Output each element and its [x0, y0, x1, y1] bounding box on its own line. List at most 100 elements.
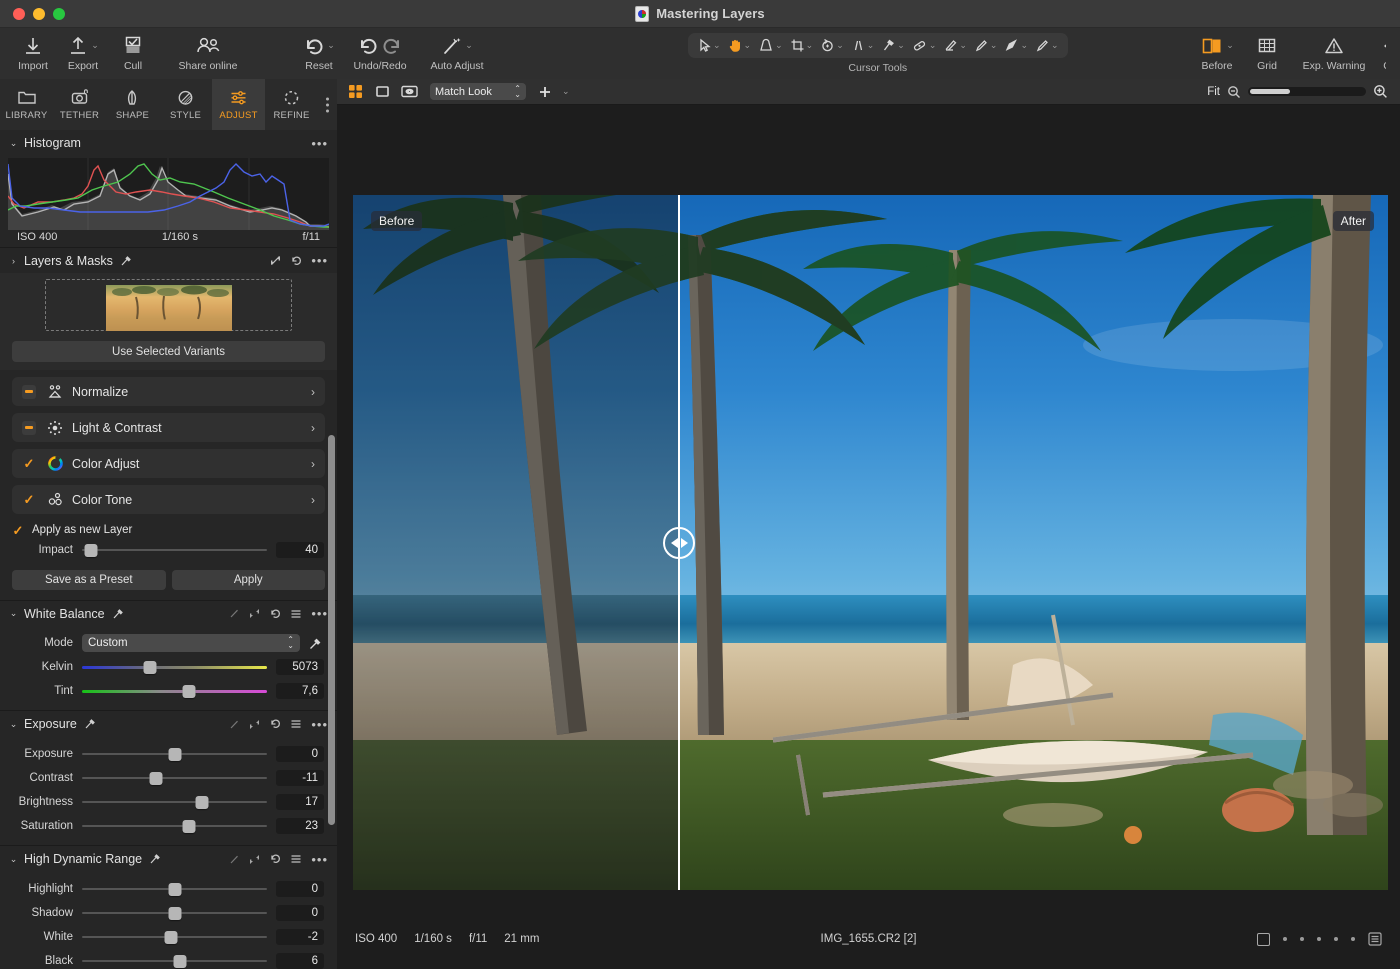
zoom-fit-label[interactable]: Fit — [1207, 86, 1220, 98]
tool-tab-tether[interactable]: TETHER — [53, 79, 106, 130]
cursor-tool-heal[interactable]: ⌄ — [909, 38, 940, 53]
section-header-exposure[interactable]: ⌄ Exposure ••• — [0, 711, 337, 737]
toolbar-button-export[interactable]: ⌄ Export — [58, 28, 108, 72]
rating-dot-3[interactable] — [1317, 937, 1321, 941]
chevron-down-icon[interactable]: ⌄ — [91, 41, 99, 50]
adjustment-row-normalize[interactable]: Normalize › — [12, 377, 325, 406]
white-slider[interactable] — [82, 930, 267, 944]
chevron-down-icon[interactable]: ⌄ — [465, 41, 473, 50]
zoom-button[interactable] — [53, 7, 65, 20]
variant-thumbnail[interactable] — [105, 285, 232, 331]
cursor-tool-crop[interactable]: ⌄ — [787, 38, 817, 53]
section-header-histogram[interactable]: ⌄ Histogram ••• — [0, 130, 337, 156]
cursor-tool-pointer[interactable]: ⌄ — [694, 38, 724, 53]
save-as-preset-button[interactable]: Save as a Preset — [12, 570, 166, 590]
cursor-tool-keystone[interactable]: ⌄ — [848, 38, 878, 53]
panel-options-menu[interactable] — [326, 97, 329, 112]
adjustment-row-color-adjust[interactable]: Color Adjust › — [12, 449, 325, 478]
chevron-down-icon[interactable]: ⌄ — [959, 41, 967, 50]
highlight-value[interactable]: 0 — [276, 881, 324, 897]
black-value[interactable]: 6 — [276, 953, 324, 969]
black-slider[interactable] — [82, 954, 267, 968]
chevron-down-icon[interactable]: ⌄ — [744, 41, 752, 50]
white-balance-reset-icon[interactable] — [269, 608, 281, 620]
color-tag-button[interactable] — [1257, 932, 1270, 946]
zoom-in-icon[interactable] — [1373, 84, 1388, 99]
exposure-options-icon[interactable]: ••• — [311, 717, 328, 732]
layers-expand-icon[interactable] — [270, 255, 281, 266]
highlight-slider[interactable] — [82, 882, 267, 896]
cursor-tool-draw-mask[interactable]: ⌄ — [971, 38, 1001, 53]
toolbar-button-import[interactable]: Import — [8, 28, 58, 72]
impact-value[interactable]: 40 — [276, 542, 324, 558]
zoom-slider[interactable] — [1248, 87, 1366, 96]
tool-tab-refine[interactable]: REFINE — [265, 79, 318, 130]
cursor-tool-linear-gradient[interactable]: ⌄ — [1032, 38, 1062, 53]
layers-options-icon[interactable]: ••• — [311, 253, 328, 268]
exposure-slider[interactable] — [82, 747, 267, 761]
viewer-canvas[interactable]: Before After ISO 400 1/160 s f/11 21 mm … — [337, 105, 1400, 969]
white-slider-knob[interactable] — [164, 930, 178, 944]
chevron-down-icon[interactable]: ⌄ — [9, 719, 18, 730]
light-contrast-checkbox[interactable] — [22, 420, 36, 435]
add-look-button[interactable] — [535, 83, 555, 101]
shadow-slider-knob[interactable] — [168, 906, 181, 920]
layers-reset-icon[interactable] — [290, 255, 302, 267]
cursor-tool-spot-removal[interactable]: ⌄ — [878, 38, 908, 53]
chevron-down-icon[interactable]: ⌄ — [929, 41, 937, 50]
apply-button[interactable]: Apply — [171, 570, 325, 590]
tool-tab-library[interactable]: LIBRARY — [0, 79, 53, 130]
preview-eye-button[interactable] — [399, 83, 419, 101]
zoom-out-icon[interactable] — [1227, 85, 1241, 99]
photo-compare-view[interactable]: Before After — [353, 195, 1388, 890]
panel-scrollbar[interactable] — [328, 435, 335, 825]
chevron-down-icon[interactable]: ⌄ — [1020, 41, 1028, 50]
hdr-reset-icon[interactable] — [269, 853, 281, 865]
shadow-value[interactable]: 0 — [276, 905, 324, 921]
hdr-brush-icon[interactable] — [229, 854, 240, 865]
cursor-tool-gradient-mask[interactable]: ⌄ — [1001, 38, 1031, 53]
white-balance-expand-icon[interactable] — [249, 608, 260, 619]
saturation-slider-knob[interactable] — [182, 819, 196, 833]
exposure-menu-icon[interactable] — [290, 718, 302, 730]
brightness-slider[interactable] — [82, 795, 267, 809]
exposure-brush-icon[interactable] — [229, 719, 240, 730]
use-selected-variants-button[interactable]: Use Selected Variants — [12, 341, 325, 362]
chevron-down-icon[interactable]: ⌄ — [897, 41, 905, 50]
rating-dot-4[interactable] — [1334, 937, 1338, 941]
impact-slider-knob[interactable] — [84, 543, 98, 557]
chevron-right-icon[interactable]: › — [311, 493, 315, 507]
white-balance-picker-icon[interactable] — [112, 608, 124, 620]
hdr-options-icon[interactable]: ••• — [311, 852, 328, 867]
shadow-slider[interactable] — [82, 906, 267, 920]
contrast-slider[interactable] — [82, 771, 267, 785]
stepper-icon[interactable]: ⌃ ⌄ — [287, 636, 294, 650]
chevron-down-icon[interactable]: ⌄ — [836, 41, 844, 50]
brightness-slider-knob[interactable] — [195, 795, 209, 809]
chevron-down-icon[interactable]: ⌄ — [327, 41, 335, 50]
exposure-picker-icon[interactable] — [84, 718, 96, 730]
kelvin-slider[interactable] — [82, 660, 267, 674]
chevron-down-icon[interactable]: ⌄ — [1226, 41, 1234, 50]
layers-picker-icon[interactable] — [120, 255, 132, 267]
tint-slider[interactable] — [82, 684, 267, 698]
toolbar-button-auto-adjust[interactable]: ⌄ Auto Adjust — [416, 28, 498, 72]
cursor-tool-rotate[interactable]: ⌄ — [817, 38, 847, 53]
toolbar-button-undo-redo[interactable]: Undo/Redo — [344, 28, 416, 72]
normalize-checkbox[interactable] — [22, 384, 36, 399]
exposure-expand-icon[interactable] — [249, 719, 260, 730]
hdr-expand-icon[interactable] — [249, 854, 260, 865]
tint-slider-knob[interactable] — [182, 684, 196, 698]
tool-tab-style[interactable]: STYLE — [159, 79, 212, 130]
chevron-down-icon[interactable]: ⌄ — [806, 41, 814, 50]
single-view-button[interactable] — [372, 83, 392, 101]
chevron-right-icon[interactable]: › — [311, 421, 315, 435]
stepper-icon[interactable]: ⌃ ⌄ — [514, 84, 521, 98]
hdr-menu-icon[interactable] — [290, 853, 302, 865]
highlight-slider-knob[interactable] — [168, 882, 181, 896]
saturation-slider[interactable] — [82, 819, 267, 833]
white-balance-menu-icon[interactable] — [290, 608, 302, 620]
toolbar-button-cull[interactable]: Cull — [108, 28, 158, 72]
toolbar-button-share-online[interactable]: Share online — [158, 28, 258, 72]
close-button[interactable] — [13, 7, 25, 20]
